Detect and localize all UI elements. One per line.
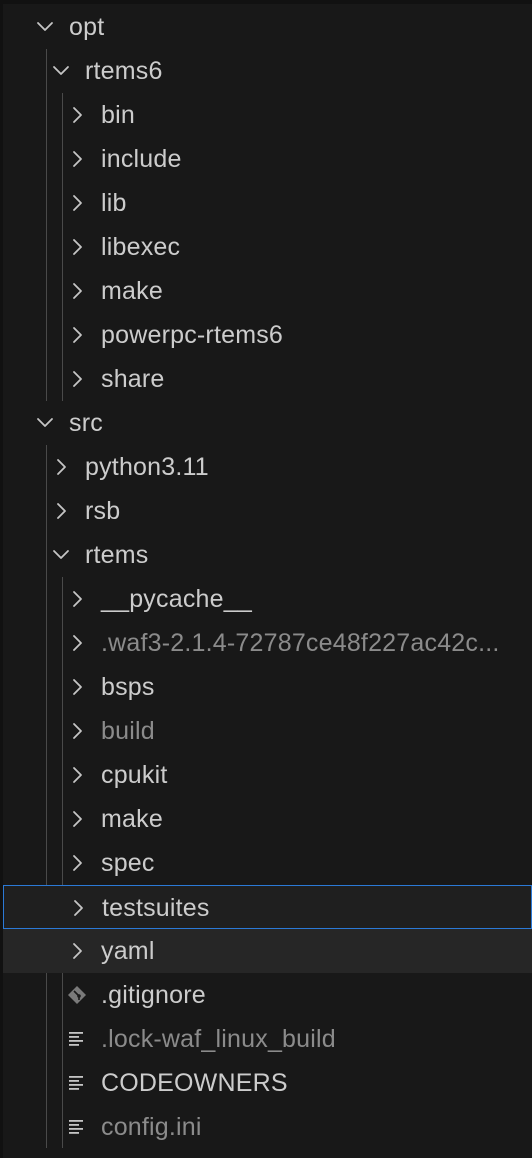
chevron-down-icon[interactable]	[49, 49, 73, 93]
file-label: .gitignore	[101, 981, 206, 1009]
chevron-right-icon[interactable]	[65, 225, 89, 269]
folder-label: make	[101, 805, 163, 833]
folder-label: python3.11	[85, 453, 209, 481]
folder-label: cpukit	[101, 761, 168, 789]
folder-label: bin	[101, 101, 135, 129]
chevron-right-icon[interactable]	[66, 886, 90, 930]
folder-label: rtems6	[85, 57, 163, 85]
chevron-right-icon[interactable]	[65, 753, 89, 797]
file-row-gitignore[interactable]: .gitignore	[3, 973, 532, 1017]
folder-row-build[interactable]: build	[3, 709, 532, 753]
folder-row-opt[interactable]: opt	[3, 5, 532, 49]
file-label: CODEOWNERS	[101, 1069, 288, 1097]
file-explorer-tree: opt rtems6 bin include lib libexec make powerpc…	[0, 0, 532, 1158]
chevron-down-icon[interactable]	[49, 533, 73, 577]
file-row-codeowners[interactable]: CODEOWNERS	[3, 1061, 532, 1105]
folder-row-bin[interactable]: bin	[3, 93, 532, 137]
folder-label: share	[101, 365, 165, 393]
chevron-right-icon[interactable]	[65, 357, 89, 401]
folder-row-cpukit[interactable]: cpukit	[3, 753, 532, 797]
folder-row-include[interactable]: include	[3, 137, 532, 181]
folder-label: bsps	[101, 673, 155, 701]
chevron-right-icon[interactable]	[65, 313, 89, 357]
folder-row-src[interactable]: src	[3, 401, 532, 445]
folder-row-share[interactable]: share	[3, 357, 532, 401]
folder-row-yaml[interactable]: yaml	[3, 929, 532, 973]
folder-label: testsuites	[102, 894, 210, 922]
folder-row-spec[interactable]: spec	[3, 841, 532, 885]
chevron-right-icon[interactable]	[49, 489, 73, 533]
file-row-lock-waf-linux-build[interactable]: .lock-waf_linux_build	[3, 1017, 532, 1061]
chevron-right-icon[interactable]	[65, 841, 89, 885]
chevron-down-icon[interactable]	[33, 5, 57, 49]
folder-row-libexec[interactable]: libexec	[3, 225, 532, 269]
lines-file-icon	[65, 1105, 89, 1149]
chevron-right-icon[interactable]	[65, 269, 89, 313]
folder-label: lib	[101, 189, 127, 217]
folder-label: .waf3-2.1.4-72787ce48f227ac42c...	[101, 629, 500, 657]
chevron-right-icon[interactable]	[65, 93, 89, 137]
folder-row-python3-11[interactable]: python3.11	[3, 445, 532, 489]
folder-label: rsb	[85, 497, 121, 525]
folder-label: build	[101, 717, 155, 745]
folder-label: __pycache__	[101, 585, 252, 613]
folder-row-testsuites[interactable]: testsuites	[3, 885, 532, 929]
git-diamond-icon	[65, 973, 89, 1017]
chevron-right-icon[interactable]	[65, 797, 89, 841]
folder-row-pycache[interactable]: __pycache__	[3, 577, 532, 621]
folder-label: make	[101, 277, 163, 305]
folder-row-powerpc-rtems6[interactable]: powerpc-rtems6	[3, 313, 532, 357]
chevron-right-icon[interactable]	[65, 137, 89, 181]
chevron-right-icon[interactable]	[65, 181, 89, 225]
folder-row-make[interactable]: make	[3, 269, 532, 313]
folder-row-make[interactable]: make	[3, 797, 532, 841]
folder-row-lib[interactable]: lib	[3, 181, 532, 225]
chevron-right-icon[interactable]	[65, 577, 89, 621]
folder-label: include	[101, 145, 182, 173]
folder-row-rtems6[interactable]: rtems6	[3, 49, 532, 93]
folder-row-waf3-2-1-4-72787ce48f227ac42c[interactable]: .waf3-2.1.4-72787ce48f227ac42c...	[3, 621, 532, 665]
file-row-config-ini[interactable]: config.ini	[3, 1105, 532, 1149]
folder-label: powerpc-rtems6	[101, 321, 284, 349]
chevron-right-icon[interactable]	[49, 445, 73, 489]
folder-row-rtems[interactable]: rtems	[3, 533, 532, 577]
chevron-right-icon[interactable]	[65, 929, 89, 973]
lines-file-icon	[65, 1017, 89, 1061]
panel-top-border	[0, 0, 532, 4]
chevron-right-icon[interactable]	[65, 665, 89, 709]
folder-label: yaml	[101, 937, 155, 965]
lines-file-icon	[65, 1061, 89, 1105]
folder-label: opt	[69, 13, 105, 41]
folder-row-bsps[interactable]: bsps	[3, 665, 532, 709]
chevron-down-icon[interactable]	[33, 401, 57, 445]
chevron-right-icon[interactable]	[65, 709, 89, 753]
file-label: config.ini	[101, 1113, 202, 1141]
folder-label: src	[69, 409, 103, 437]
file-label: .lock-waf_linux_build	[101, 1025, 336, 1053]
folder-label: rtems	[85, 541, 149, 569]
folder-label: spec	[101, 849, 155, 877]
folder-row-rsb[interactable]: rsb	[3, 489, 532, 533]
chevron-right-icon[interactable]	[65, 621, 89, 665]
folder-label: libexec	[101, 233, 181, 261]
